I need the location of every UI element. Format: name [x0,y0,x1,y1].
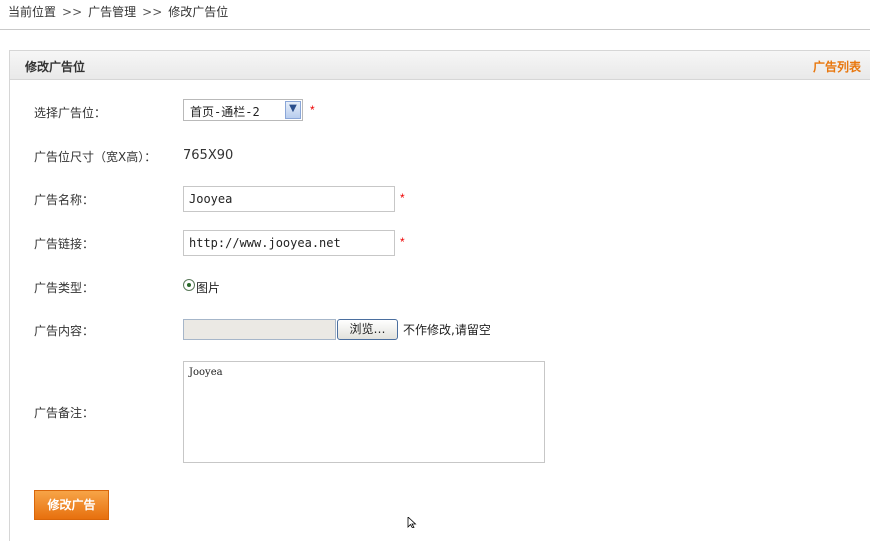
breadcrumb-item-ad-management[interactable]: 广告管理 [88,5,136,19]
name-label: 广告名称： [34,193,95,207]
ad-note-textarea[interactable]: Jooyea [183,361,545,463]
ad-url-input[interactable]: http://www.jooyea.net [183,230,395,256]
content-label: 广告内容： [34,324,95,338]
ad-list-link[interactable]: 广告列表 [813,58,861,75]
position-label: 选择广告位： [34,106,107,120]
radio-checked-dot [187,283,191,287]
breadcrumb-separator: >> [62,5,83,19]
size-value: 765X90 [183,148,234,163]
required-marker: * [400,235,405,249]
image-type-radio-label[interactable]: 图片 [196,279,220,296]
breadcrumb-item-edit-ad-slot: 修改广告位 [168,5,229,19]
chevron-down-icon[interactable]: ▼ [285,101,301,119]
required-marker: * [310,103,315,117]
position-select[interactable]: 首页-通栏-2 ▼ [183,99,303,121]
file-hint: 不作修改,请留空 [403,323,491,337]
submit-edit-ad-button[interactable]: 修改广告 [34,490,109,520]
image-type-radio[interactable] [183,279,195,291]
file-path-field[interactable] [183,319,336,340]
edit-panel: 修改广告位 广告列表 [9,50,870,541]
ad-name-input[interactable]: Jooyea [183,186,395,212]
browse-button[interactable]: 浏览… [337,319,398,340]
breadcrumb-separator: >> [142,5,163,19]
breadcrumb-item-current-location: 当前位置 [8,5,57,19]
panel-header: 修改广告位 广告列表 [10,51,870,80]
mouse-cursor-icon [407,517,417,528]
type-label: 广告类型： [34,281,95,295]
position-select-value: 首页-通栏-2 [190,105,260,119]
url-label: 广告链接： [34,237,95,251]
header-divider [0,29,870,30]
note-label: 广告备注： [34,406,95,420]
size-label: 广告位尺寸（宽X高）： [34,150,157,164]
required-marker: * [400,191,405,205]
breadcrumb: 当前位置 >> 广告管理 >> 修改广告位 [8,4,228,24]
panel-title: 修改广告位 [25,60,86,74]
